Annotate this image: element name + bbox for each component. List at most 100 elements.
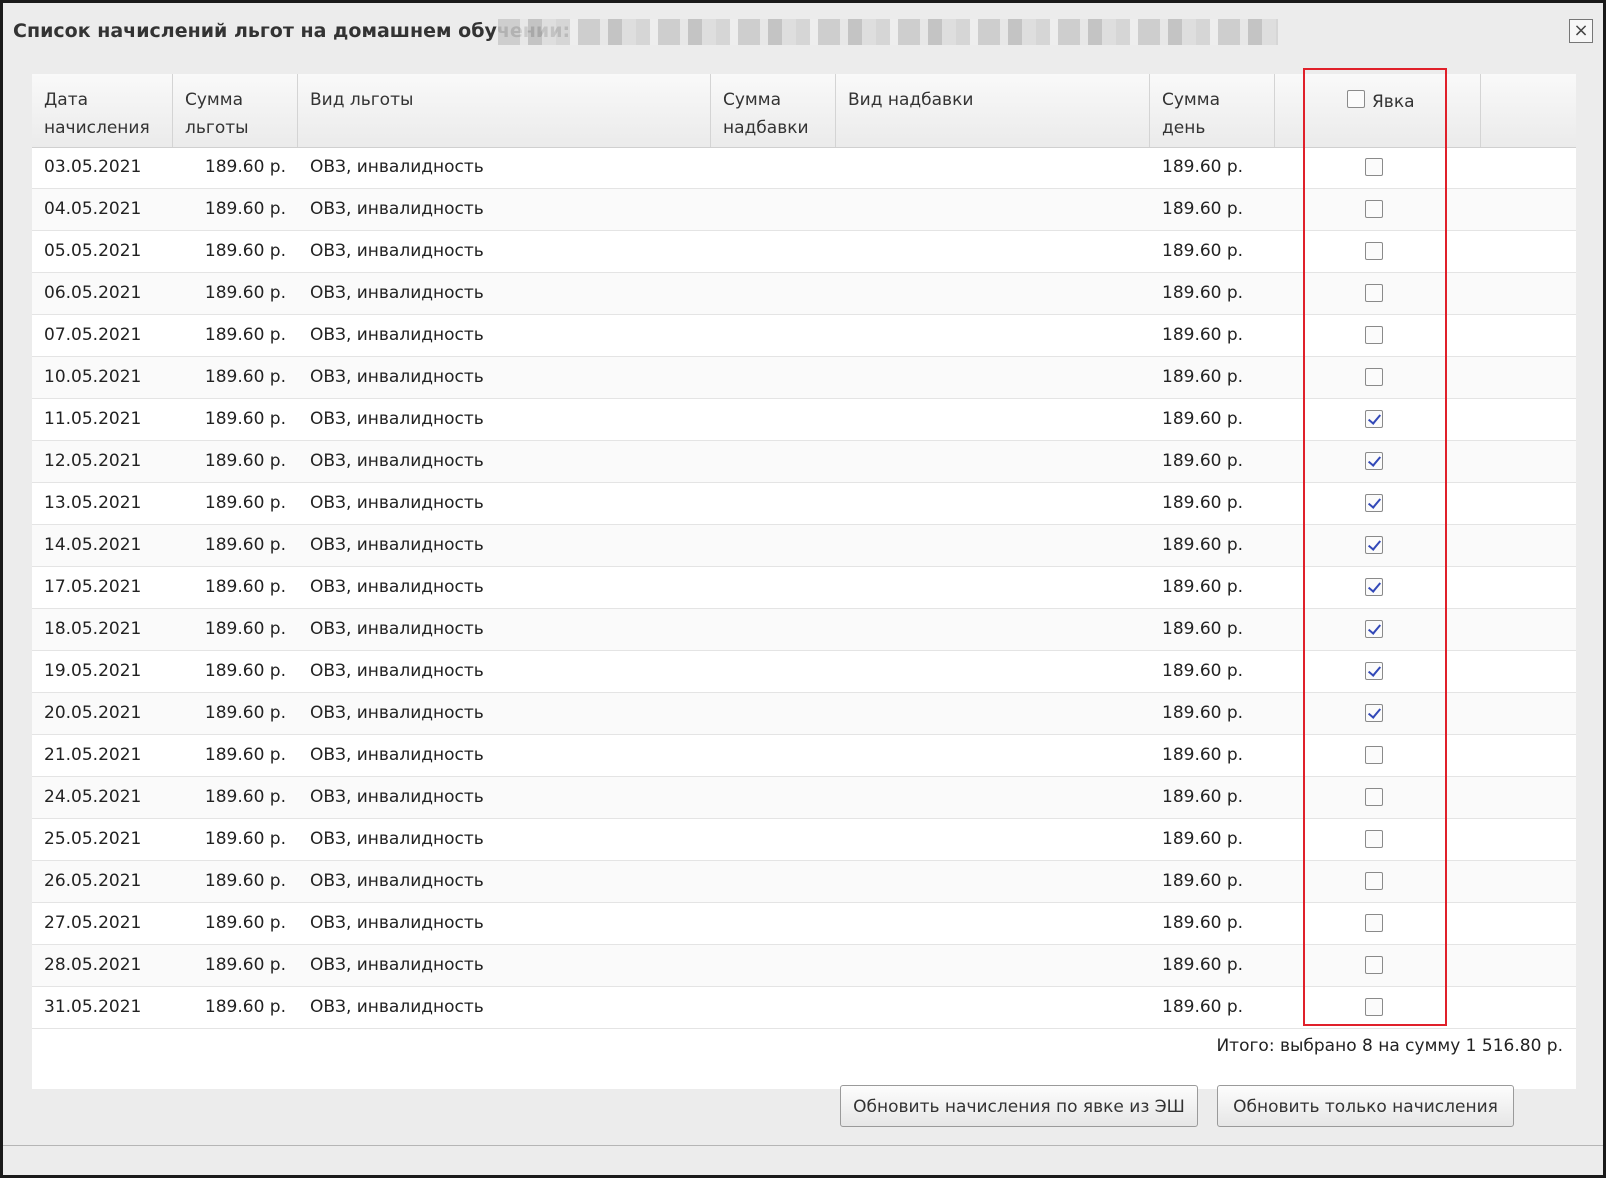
- cell-benefit-type: ОВЗ, инвалидность: [310, 997, 484, 1017]
- cell-sum-day: 189.60 р.: [1162, 577, 1244, 597]
- cell-sum-day: 189.60 р.: [1162, 787, 1244, 807]
- cell-sum-day: 189.60 р.: [1162, 913, 1244, 933]
- cell-date: 06.05.2021: [44, 283, 142, 303]
- cell-date: 11.05.2021: [44, 409, 142, 429]
- cell-benefit-type: ОВЗ, инвалидность: [310, 157, 484, 177]
- cell-sum-day: 189.60 р.: [1162, 325, 1244, 345]
- update-by-attendance-button[interactable]: Обновить начисления по явке из ЭШ: [840, 1085, 1198, 1127]
- cell-sum-day: 189.60 р.: [1162, 283, 1244, 303]
- cell-date: 28.05.2021: [44, 955, 142, 975]
- cell-sum-benefit: 189.60 р.: [204, 409, 286, 429]
- cell-benefit-type: ОВЗ, инвалидность: [310, 787, 484, 807]
- cell-sum-benefit: 189.60 р.: [204, 241, 286, 261]
- cell-sum-day: 189.60 р.: [1162, 955, 1244, 975]
- cell-date: 07.05.2021: [44, 325, 142, 345]
- cell-sum-day: 189.60 р.: [1162, 157, 1244, 177]
- cell-sum-benefit: 189.60 р.: [204, 493, 286, 513]
- update-only-button[interactable]: Обновить только начисления: [1217, 1085, 1514, 1127]
- cell-sum-benefit: 189.60 р.: [204, 997, 286, 1017]
- footer-divider: [3, 1145, 1603, 1146]
- cell-sum-benefit: 189.60 р.: [204, 451, 286, 471]
- cell-sum-day: 189.60 р.: [1162, 871, 1244, 891]
- dialog-title: Список начислений льгот на домашнем обуч…: [13, 20, 571, 42]
- cell-sum-benefit: 189.60 р.: [204, 619, 286, 639]
- cell-sum-day: 189.60 р.: [1162, 367, 1244, 387]
- cell-sum-benefit: 189.60 р.: [204, 829, 286, 849]
- close-icon[interactable]: ×: [1569, 19, 1593, 43]
- cell-sum-benefit: 189.60 р.: [204, 157, 286, 177]
- cell-date: 26.05.2021: [44, 871, 142, 891]
- cell-date: 13.05.2021: [44, 493, 142, 513]
- cell-benefit-type: ОВЗ, инвалидность: [310, 241, 484, 261]
- cell-sum-benefit: 189.60 р.: [204, 913, 286, 933]
- cell-benefit-type: ОВЗ, инвалидность: [310, 577, 484, 597]
- dialog-window: Список начислений льгот на домашнем обуч…: [0, 0, 1606, 1178]
- cell-benefit-type: ОВЗ, инвалидность: [310, 199, 484, 219]
- cell-sum-day: 189.60 р.: [1162, 829, 1244, 849]
- column-header-sum-benefit[interactable]: Сумма льготы: [173, 74, 298, 147]
- cell-sum-benefit: 189.60 р.: [204, 703, 286, 723]
- cell-sum-benefit: 189.60 р.: [204, 367, 286, 387]
- cell-sum-benefit: 189.60 р.: [204, 283, 286, 303]
- redacted-name: [498, 19, 1278, 45]
- cell-sum-benefit: 189.60 р.: [204, 199, 286, 219]
- dialog-titlebar: Список начислений льгот на домашнем обуч…: [3, 3, 1603, 59]
- cell-date: 17.05.2021: [44, 577, 142, 597]
- cell-date: 03.05.2021: [44, 157, 142, 177]
- cell-sum-day: 189.60 р.: [1162, 703, 1244, 723]
- cell-date: 19.05.2021: [44, 661, 142, 681]
- cell-sum-day: 189.60 р.: [1162, 241, 1244, 261]
- cell-benefit-type: ОВЗ, инвалидность: [310, 367, 484, 387]
- cell-date: 04.05.2021: [44, 199, 142, 219]
- column-header-benefit-type[interactable]: Вид льготы: [298, 74, 711, 147]
- cell-sum-day: 189.60 р.: [1162, 199, 1244, 219]
- cell-date: 05.05.2021: [44, 241, 142, 261]
- cell-sum-benefit: 189.60 р.: [204, 787, 286, 807]
- cell-sum-benefit: 189.60 р.: [204, 745, 286, 765]
- cell-date: 25.05.2021: [44, 829, 142, 849]
- cell-sum-benefit: 189.60 р.: [204, 955, 286, 975]
- cell-sum-benefit: 189.60 р.: [204, 535, 286, 555]
- cell-date: 14.05.2021: [44, 535, 142, 555]
- cell-benefit-type: ОВЗ, инвалидность: [310, 745, 484, 765]
- cell-sum-benefit: 189.60 р.: [204, 871, 286, 891]
- cell-sum-day: 189.60 р.: [1162, 661, 1244, 681]
- cell-date: 21.05.2021: [44, 745, 142, 765]
- cell-benefit-type: ОВЗ, инвалидность: [310, 913, 484, 933]
- column-header-sum-bonus[interactable]: Сумма надбавки: [711, 74, 836, 147]
- column-header-sum-day[interactable]: Сумма день: [1150, 74, 1275, 147]
- cell-sum-day: 189.60 р.: [1162, 997, 1244, 1017]
- cell-sum-day: 189.60 р.: [1162, 451, 1244, 471]
- cell-benefit-type: ОВЗ, инвалидность: [310, 871, 484, 891]
- cell-benefit-type: ОВЗ, инвалидность: [310, 661, 484, 681]
- column-header-bonus-type[interactable]: Вид надбавки: [836, 74, 1150, 147]
- cell-benefit-type: ОВЗ, инвалидность: [310, 955, 484, 975]
- attendance-highlight-frame: [1303, 68, 1447, 1026]
- cell-benefit-type: ОВЗ, инвалидность: [310, 409, 484, 429]
- cell-date: 10.05.2021: [44, 367, 142, 387]
- cell-benefit-type: ОВЗ, инвалидность: [310, 325, 484, 345]
- cell-date: 20.05.2021: [44, 703, 142, 723]
- cell-benefit-type: ОВЗ, инвалидность: [310, 493, 484, 513]
- cell-sum-day: 189.60 р.: [1162, 493, 1244, 513]
- column-header-date[interactable]: Дата начисления: [32, 74, 173, 147]
- cell-benefit-type: ОВЗ, инвалидность: [310, 535, 484, 555]
- cell-benefit-type: ОВЗ, инвалидность: [310, 829, 484, 849]
- cell-sum-benefit: 189.60 р.: [204, 577, 286, 597]
- cell-date: 12.05.2021: [44, 451, 142, 471]
- cell-sum-day: 189.60 р.: [1162, 745, 1244, 765]
- cell-sum-benefit: 189.60 р.: [204, 661, 286, 681]
- cell-date: 31.05.2021: [44, 997, 142, 1017]
- cell-benefit-type: ОВЗ, инвалидность: [310, 619, 484, 639]
- cell-benefit-type: ОВЗ, инвалидность: [310, 283, 484, 303]
- cell-sum-day: 189.60 р.: [1162, 409, 1244, 429]
- cell-sum-day: 189.60 р.: [1162, 619, 1244, 639]
- cell-date: 24.05.2021: [44, 787, 142, 807]
- cell-date: 27.05.2021: [44, 913, 142, 933]
- cell-benefit-type: ОВЗ, инвалидность: [310, 703, 484, 723]
- cell-sum-day: 189.60 р.: [1162, 535, 1244, 555]
- cell-benefit-type: ОВЗ, инвалидность: [310, 451, 484, 471]
- cell-date: 18.05.2021: [44, 619, 142, 639]
- cell-sum-benefit: 189.60 р.: [204, 325, 286, 345]
- totals-summary: Итого: выбрано 8 на сумму 1 516.80 р.: [1216, 1036, 1563, 1056]
